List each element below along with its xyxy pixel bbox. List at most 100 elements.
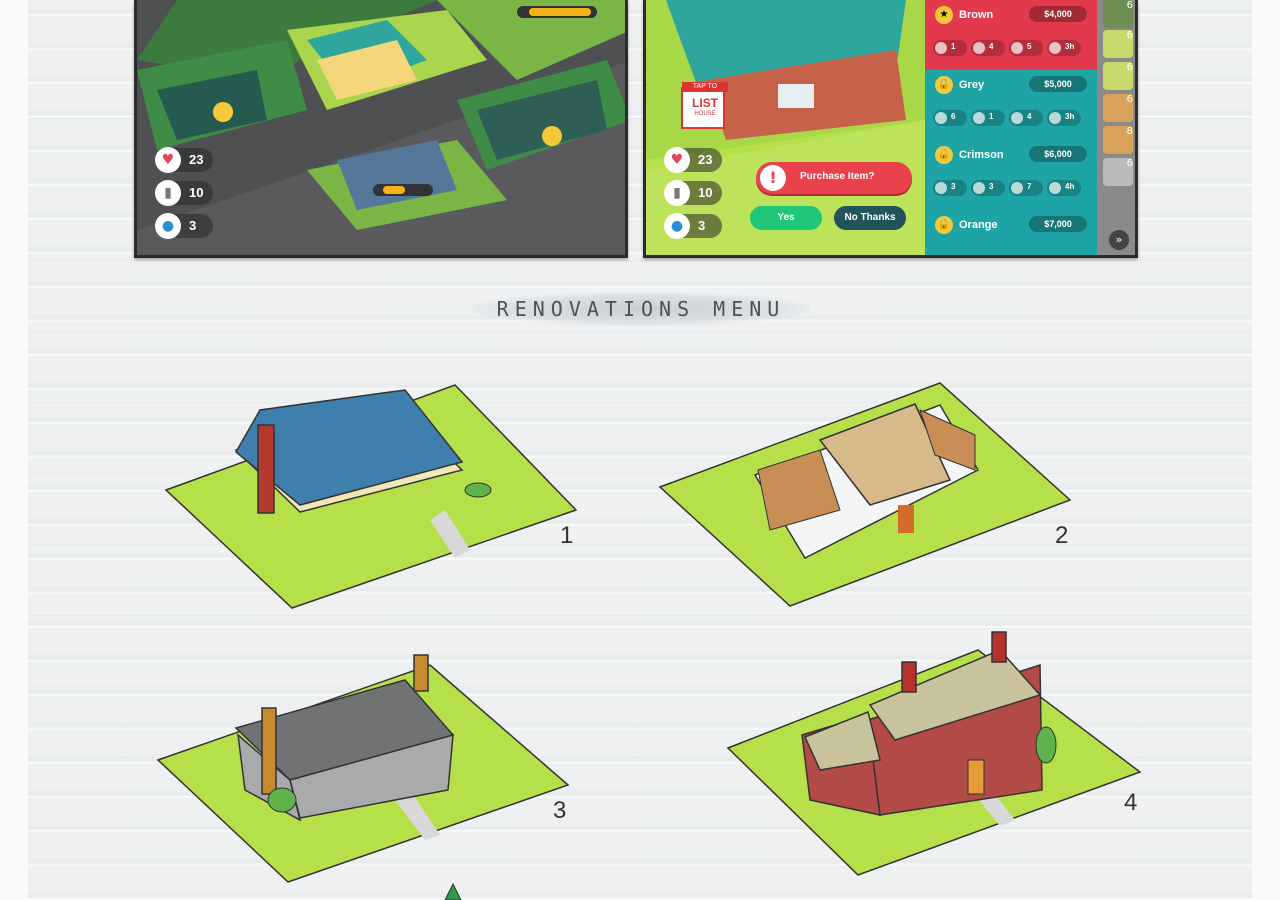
stat-value: 3 [951, 182, 956, 191]
stat-bricks: 4 [971, 40, 1005, 56]
house-4 [726, 631, 1142, 876]
water-drop-icon [1011, 112, 1023, 124]
badge: 6 [1126, 158, 1133, 169]
badge: 6 [1126, 0, 1133, 11]
section-title: RENOVATIONS MENU [472, 292, 810, 326]
water-counter: ● 3 [155, 213, 213, 239]
menu-item-name: Orange [959, 219, 998, 231]
bricks-counter: ▮ 10 [155, 180, 213, 206]
stat-value: 1 [989, 112, 994, 121]
clock-icon [1049, 112, 1061, 124]
badge: 8 [1126, 126, 1133, 137]
house-label-2: 2 [1055, 522, 1069, 549]
screenshot-neighborhood-map: ♥ 23 ▮ 10 ● 3 [134, 0, 628, 258]
category-lamp-button[interactable]: 6 [1103, 158, 1133, 186]
water-counter-2: ● 3 [664, 213, 722, 239]
menu-item-price: $6,000 [1029, 146, 1087, 162]
water-drop-icon [1011, 42, 1023, 54]
purchase-question: Purchase Item? [800, 171, 875, 182]
water-value-2: 3 [698, 218, 706, 233]
menu-item-name: Crimson [959, 149, 1004, 161]
category-window-button[interactable]: 6 [1103, 94, 1133, 122]
clock-icon [1049, 182, 1061, 194]
more-button[interactable]: » [1109, 230, 1129, 250]
stat-value: 6 [951, 112, 956, 121]
list-house-sign[interactable]: TAP TO LIST HOUSE [682, 82, 728, 128]
no-thanks-button[interactable]: No Thanks [834, 206, 906, 230]
lock-icon: 🔒 [935, 216, 953, 234]
bricks-counter-2: ▮ 10 [664, 180, 722, 206]
menu-item-price: $4,000 [1029, 6, 1087, 22]
brick-icon: ▮ [664, 180, 690, 206]
menu-item-name: Brown [959, 9, 994, 21]
page-right-edge [1252, 0, 1280, 900]
stat-value: 3h [1065, 112, 1075, 121]
brick-icon [973, 42, 985, 54]
stat-time: 3h [1047, 110, 1081, 126]
stat-time: 4h [1047, 180, 1081, 196]
clock-icon [1049, 42, 1061, 54]
water-drop-icon: ● [664, 213, 690, 239]
purchase-dialog: ! Purchase Item? [756, 162, 912, 194]
stat-hearts: 3 [933, 180, 967, 196]
menu-item-name: Grey [959, 79, 985, 91]
water-drop-icon [1011, 182, 1023, 194]
heart-icon: ♥ [155, 147, 181, 173]
stat-hearts: 6 [933, 110, 967, 126]
house-label-3: 3 [553, 797, 567, 824]
water-drop-icon: ● [155, 213, 181, 239]
heart-icon [935, 112, 947, 124]
stat-value: 7 [1027, 182, 1032, 191]
sign-house: HOUSE [694, 111, 716, 117]
brick-icon [973, 182, 985, 194]
tree-partial [444, 882, 462, 900]
hearts-value-2: 23 [698, 152, 713, 167]
lock-icon: 🔒 [935, 146, 953, 164]
menu-item-crimson[interactable]: 🔒 Crimson $6,000 3 3 7 4h [925, 140, 1097, 210]
screenshot-purchase-menu: TAP TO LIST HOUSE ♥ 23 ▮ 10 ● 3 ! Purcha… [643, 0, 1138, 258]
category-sidebar: 6 6 6 6 8 6 » [1097, 0, 1135, 255]
sign-list: LIST [692, 96, 718, 110]
heart-icon: ♥ [664, 147, 690, 173]
hearts-counter-2: ♥ 23 [664, 147, 722, 173]
stat-water: 7 [1009, 180, 1043, 196]
yes-button[interactable]: Yes [750, 206, 822, 230]
stat-value: 3 [989, 182, 994, 191]
stat-time: 3h [1047, 40, 1081, 56]
stat-value: 4 [989, 42, 994, 51]
house-2 [658, 382, 1072, 607]
menu-item-grey[interactable]: 🔒 Grey $5,000 6 1 4 3h [925, 70, 1097, 140]
menu-item-orange[interactable]: 🔒 Orange $7,000 [925, 210, 1097, 255]
stat-water: 4 [1009, 110, 1043, 126]
stat-bricks: 3 [971, 180, 1005, 196]
badge: 6 [1126, 94, 1133, 105]
water-value: 3 [189, 218, 197, 233]
badge: 6 [1126, 30, 1133, 41]
bricks-value-2: 10 [698, 185, 713, 200]
hearts-value: 23 [189, 152, 204, 167]
star-icon: ★ [935, 6, 953, 24]
color-menu: ★ Brown $4,000 1 4 5 3h 🔒 Grey $5,000 6 … [925, 0, 1097, 255]
house-label-1: 1 [560, 522, 574, 549]
alert-icon: ! [760, 165, 786, 191]
stat-value: 4h [1065, 182, 1075, 191]
bricks-value: 10 [189, 185, 204, 200]
category-roof-button[interactable]: 8 [1103, 126, 1133, 154]
stat-value: 5 [1027, 42, 1032, 51]
menu-item-brown[interactable]: ★ Brown $4,000 1 4 5 3h [925, 0, 1097, 70]
stat-value: 4 [1027, 112, 1032, 121]
stat-bricks: 1 [971, 110, 1005, 126]
brick-icon: ▮ [155, 180, 181, 206]
category-light-button[interactable]: 6 [1103, 30, 1133, 58]
brick-icon [973, 112, 985, 124]
category-lawn-button[interactable]: 6 [1103, 62, 1133, 90]
lock-icon: 🔒 [935, 76, 953, 94]
menu-item-price: $5,000 [1029, 76, 1087, 92]
heart-icon [935, 182, 947, 194]
stat-hearts: 1 [933, 40, 967, 56]
house-3 [156, 654, 570, 883]
stat-value: 1 [951, 42, 956, 51]
hearts-counter: ♥ 23 [155, 147, 213, 173]
category-door-button[interactable]: 6 [1103, 0, 1133, 28]
badge: 6 [1126, 62, 1133, 73]
